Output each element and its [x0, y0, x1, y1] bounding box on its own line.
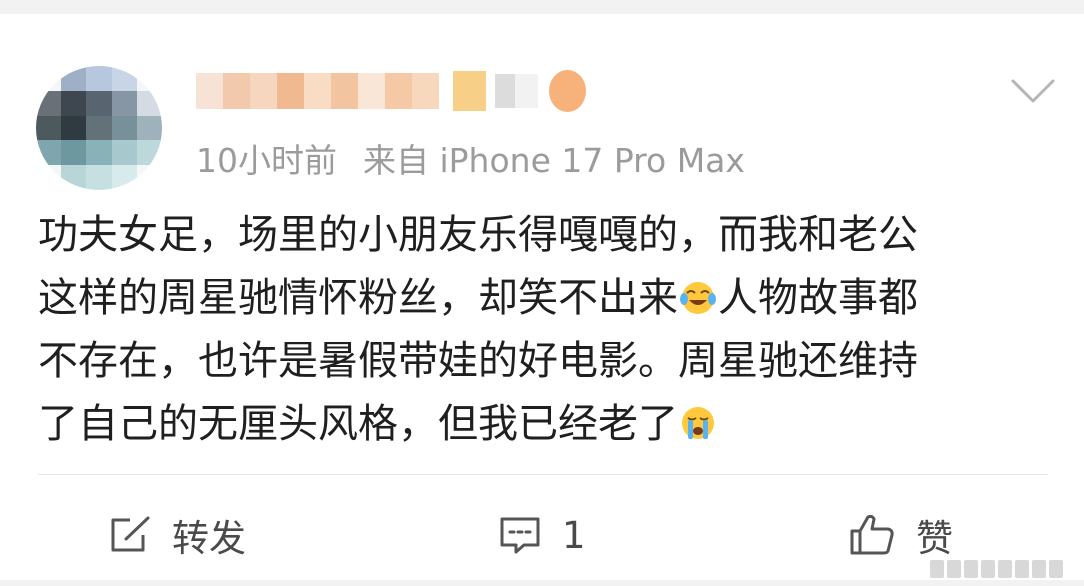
content-line: 不存在，也许是暑假带娃的好电影。周星驰还维持 — [38, 338, 918, 384]
repost-button[interactable]: 转发 — [108, 510, 246, 560]
content-line: 这样的周星驰情怀粉丝，却笑不出来 人物故事都 — [38, 275, 918, 321]
laughing-crying-emoji-icon — [680, 282, 716, 314]
post-time: 10小时前 — [196, 141, 337, 180]
thumbs-up-icon — [850, 514, 894, 555]
username-blurred[interactable] — [196, 58, 587, 124]
like-button[interactable]: 赞 — [848, 510, 953, 560]
repost-icon — [111, 516, 150, 552]
chevron-down-icon[interactable] — [1010, 76, 1056, 106]
crying-emoji-icon — [682, 407, 714, 439]
content-line: 了自己的无厘头风格，但我已经老了 — [38, 393, 1048, 456]
post-card: 10小时前 来自 iPhone 17 Pro Max 功夫女足，场里的小朋友乐得嘎… — [0, 14, 1084, 580]
repost-label: 转发 — [172, 517, 246, 560]
post-meta: 10小时前 来自 iPhone 17 Pro Max — [196, 134, 745, 182]
comment-button[interactable]: 1 — [498, 510, 586, 560]
avatar[interactable] — [36, 66, 162, 190]
watermark — [930, 554, 1080, 584]
content-line: 功夫女足，场里的小朋友乐得嘎嘎的，而我和老公 — [38, 212, 918, 258]
comment-icon — [500, 517, 540, 554]
divider — [38, 474, 1048, 475]
comment-count: 1 — [562, 513, 586, 557]
post-content: 功夫女足，场里的小朋友乐得嘎嘎的，而我和老公 这样的周星驰情怀粉丝，却笑不出来 … — [38, 204, 1048, 456]
post-source: 来自 iPhone 17 Pro Max — [363, 141, 745, 180]
